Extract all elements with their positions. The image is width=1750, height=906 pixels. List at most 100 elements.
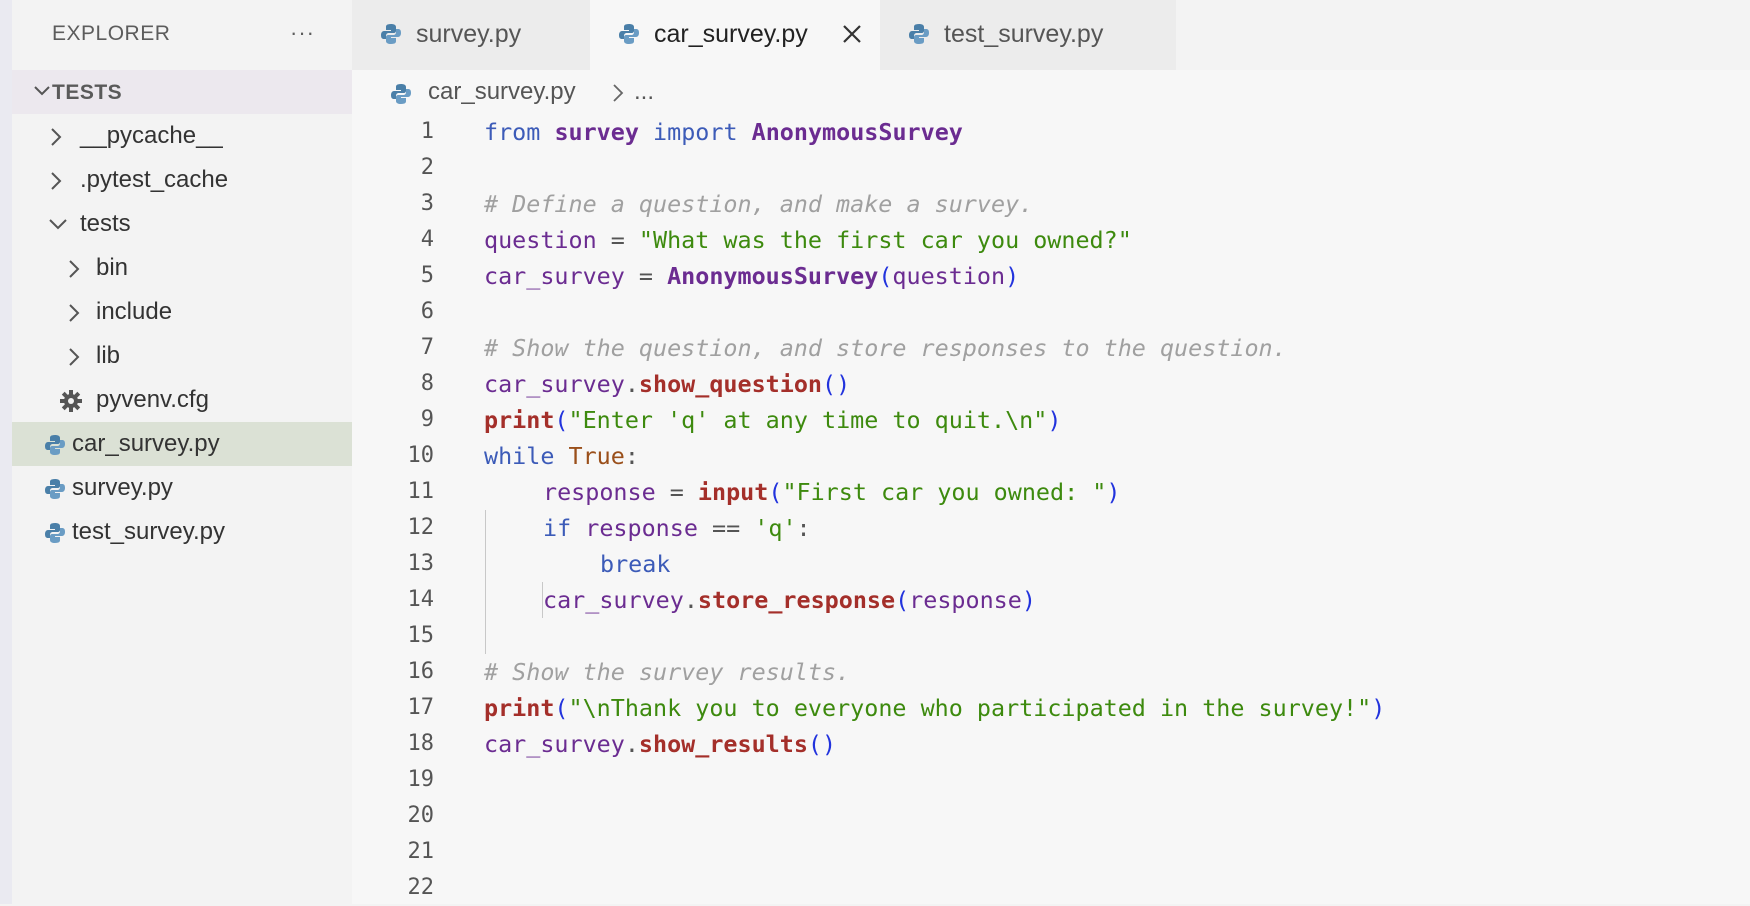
line-number: 8: [420, 371, 434, 396]
token: show_results: [638, 730, 808, 758]
tree-item-pytest-cache[interactable]: .pytest_cache: [12, 158, 352, 202]
tree-item-include[interactable]: include: [12, 290, 352, 334]
comment: # Define a question, and make a survey.: [484, 190, 1034, 218]
explorer-header: EXPLORER ···: [12, 0, 352, 70]
token: "\nThank you to everyone who participate…: [568, 694, 1372, 722]
code-line: 11 response = input("First car you owned:…: [352, 474, 1750, 510]
token: (: [554, 406, 569, 434]
token: car_survey: [484, 370, 625, 398]
token: :: [624, 442, 639, 470]
code-editor[interactable]: car_survey.py ... 1 from survey import An…: [352, 70, 1750, 904]
python-file-icon: [391, 84, 411, 104]
line-number: 5: [420, 263, 434, 288]
token: from: [484, 118, 541, 146]
token: "Enter 'q' at any time to quit.\n": [568, 406, 1048, 434]
code-line: 1 from survey import AnonymousSurvey: [352, 114, 1750, 150]
token: if: [543, 514, 572, 542]
comment: # Show the survey results.: [484, 658, 851, 686]
code-line: 5 car_survey = AnonymousSurvey(question): [352, 258, 1750, 294]
token: ): [1047, 406, 1062, 434]
tree-item-pyvenv-cfg[interactable]: pyvenv.cfg: [12, 378, 352, 422]
token: break: [600, 550, 671, 578]
chevron-down-icon: [49, 219, 67, 230]
line-number: 7: [420, 335, 434, 360]
editor-tab-bar: survey.py car_survey.py test_survey.py: [352, 0, 1750, 70]
token: =: [655, 478, 698, 506]
token: car_survey: [543, 586, 684, 614]
code-line: 3 # Define a question, and make a survey.: [352, 186, 1750, 222]
comment: # Show the question, and store responses…: [484, 334, 1287, 362]
breadcrumb-symbols[interactable]: ...: [634, 78, 654, 106]
token: (): [807, 730, 837, 758]
line-number: 20: [407, 803, 435, 828]
line-number: 15: [407, 623, 435, 648]
line-number: 13: [407, 551, 435, 576]
line-number: 14: [407, 587, 435, 612]
token: "First car you owned: ": [782, 478, 1107, 506]
token: (: [895, 586, 910, 614]
token: ): [1005, 262, 1020, 290]
token: car_survey: [484, 262, 625, 290]
workspace-section-header[interactable]: TESTS: [12, 70, 352, 114]
token: (: [554, 694, 569, 722]
token: ): [1371, 694, 1386, 722]
python-file-icon: [619, 24, 639, 44]
token: AnonymousSurvey: [667, 262, 879, 290]
line-number: 19: [407, 767, 435, 792]
breadcrumb-file[interactable]: car_survey.py: [428, 78, 576, 106]
chevron-right-icon: [51, 172, 62, 190]
token: store_response: [697, 586, 896, 614]
tree-item-lib[interactable]: lib: [12, 334, 352, 378]
line-number: 2: [420, 155, 434, 180]
token: response: [585, 514, 698, 542]
code-line: 14 car_survey.store_response(response): [352, 582, 1750, 618]
more-actions-icon[interactable]: ···: [290, 22, 315, 44]
python-file-icon: [381, 24, 401, 44]
line-number: 1: [420, 119, 434, 144]
token: show_question: [638, 370, 822, 398]
tree-item-car-survey-py[interactable]: car_survey.py: [12, 422, 352, 466]
token: response: [543, 478, 656, 506]
chevron-right-icon: [69, 348, 80, 366]
tree-item-label: survey.py: [72, 474, 173, 501]
token: AnonymousSurvey: [751, 118, 963, 146]
token: question: [892, 262, 1006, 290]
token: True: [568, 442, 625, 470]
tab-test-survey-py[interactable]: test_survey.py: [880, 0, 1176, 70]
tree-item-bin[interactable]: bin: [12, 246, 352, 290]
tree-item-tests[interactable]: tests: [12, 202, 352, 246]
line-number: 6: [420, 299, 434, 324]
tree-item-label: test_survey.py: [72, 518, 225, 545]
token: =: [596, 226, 639, 254]
token: question: [484, 226, 597, 254]
tree-item-pycache[interactable]: __pycache__: [12, 114, 352, 158]
token: "What was the first car you owned?": [638, 226, 1132, 254]
code-line: 9 print("Enter 'q' at any time to quit.\n…: [352, 402, 1750, 438]
python-file-icon: [909, 24, 929, 44]
token: ): [1106, 478, 1121, 506]
close-icon[interactable]: [841, 23, 863, 45]
tab-label: survey.py: [416, 20, 522, 48]
code-line: 22: [352, 870, 1750, 906]
token: response: [909, 586, 1022, 614]
line-number: 16: [407, 659, 435, 684]
chevron-right-icon: [613, 84, 624, 102]
gear-icon: [60, 390, 82, 412]
token: import: [653, 118, 738, 146]
line-number: 11: [407, 479, 435, 504]
tree-item-label: __pycache__: [80, 122, 223, 149]
tree-item-test-survey-py[interactable]: test_survey.py: [12, 510, 352, 554]
tree-item-survey-py[interactable]: survey.py: [12, 466, 352, 510]
code-line: 7 # Show the question, and store response…: [352, 330, 1750, 366]
python-file-icon: [45, 523, 65, 543]
line-number: 9: [420, 407, 434, 432]
tab-car-survey-py[interactable]: car_survey.py: [590, 0, 880, 70]
tree-item-label: include: [96, 298, 173, 325]
tree-item-label: bin: [96, 254, 129, 281]
code-line: 20: [352, 798, 1750, 834]
tab-survey-py[interactable]: survey.py: [352, 0, 590, 70]
token: input: [697, 478, 769, 506]
token: :: [796, 514, 811, 542]
